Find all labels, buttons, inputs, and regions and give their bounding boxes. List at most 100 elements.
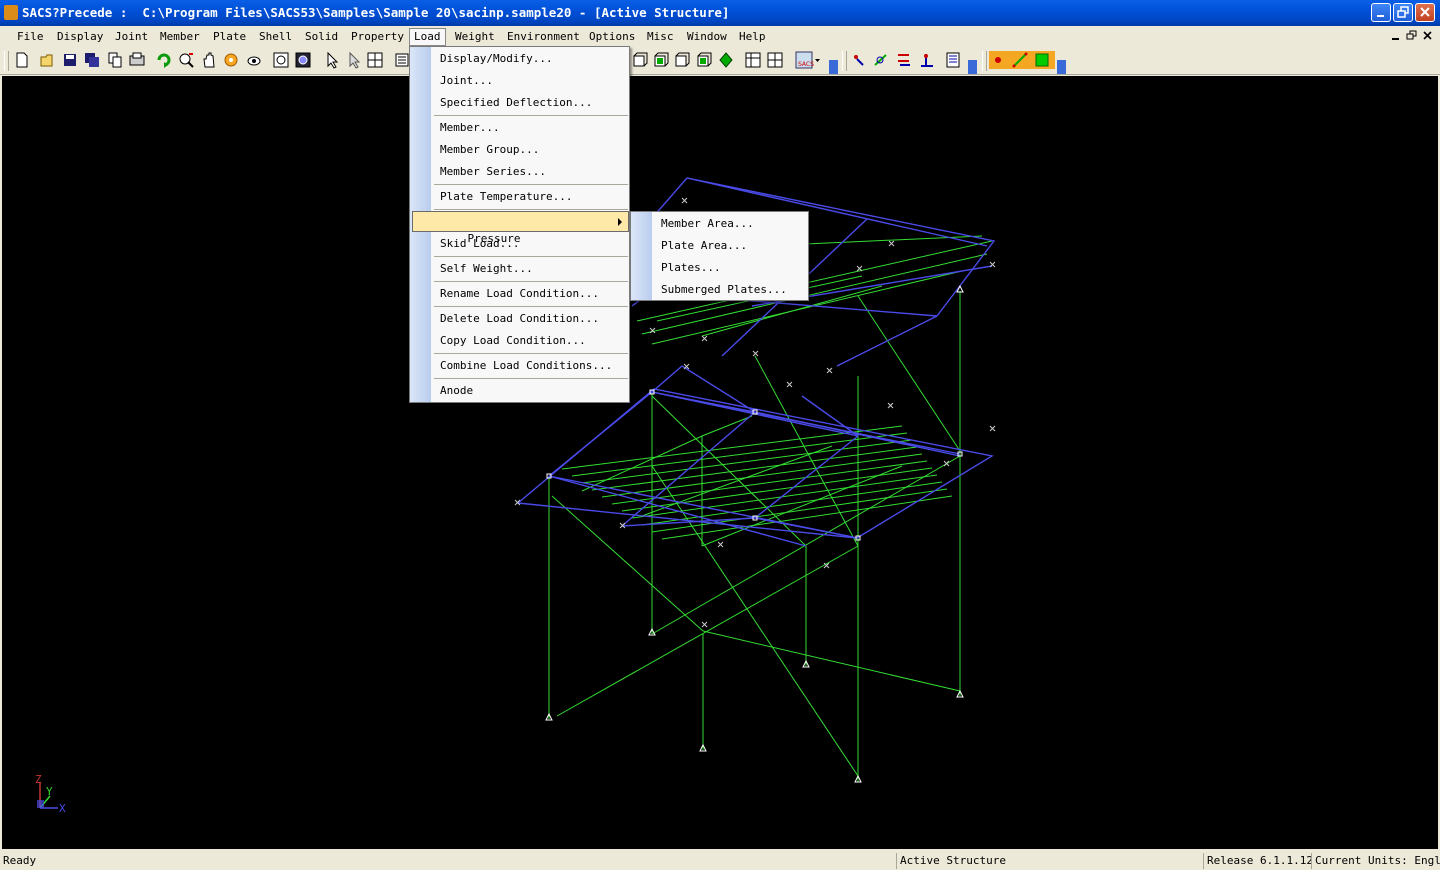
axis-x-label: X <box>59 802 66 815</box>
zoom-icon[interactable] <box>177 51 195 69</box>
menu-help[interactable]: Help <box>735 29 770 45</box>
load-menu-copy-load-condition[interactable]: Copy Load Condition... <box>412 331 629 351</box>
submenu-arrow-icon <box>618 218 622 226</box>
view-iso-icon[interactable] <box>717 51 735 69</box>
restore-button[interactable] <box>1393 3 1413 22</box>
select-add-icon[interactable] <box>345 51 363 69</box>
mdi-minimize-icon[interactable] <box>1390 30 1402 42</box>
menu-environment[interactable]: Environment <box>503 29 584 45</box>
pressure-member-area[interactable]: Member Area... <box>633 214 808 234</box>
refresh-icon[interactable] <box>155 51 173 69</box>
mdi-restore-icon[interactable] <box>1406 30 1418 42</box>
area-icon[interactable] <box>1033 51 1051 69</box>
menu-separator <box>434 306 628 307</box>
report-icon[interactable] <box>766 51 784 69</box>
pressure-plates[interactable]: Plates... <box>633 258 808 278</box>
load-menu-display-modify[interactable]: Display/Modify... <box>412 49 629 69</box>
select-arrow-icon[interactable] <box>323 51 341 69</box>
toolbar: SACS <box>0 47 1440 75</box>
menu-separator <box>434 209 628 210</box>
menu-window[interactable]: Window <box>683 29 731 45</box>
table-icon[interactable] <box>744 51 762 69</box>
close-button[interactable] <box>1415 3 1435 22</box>
toolbar-overflow-3[interactable] <box>1057 60 1066 74</box>
offset-icon[interactable] <box>895 51 913 69</box>
releases-icon[interactable] <box>918 51 936 69</box>
view-top-icon[interactable] <box>673 51 691 69</box>
menu-plate[interactable]: Plate <box>209 29 250 45</box>
toolbar-grip[interactable] <box>4 51 9 71</box>
menu-joint[interactable]: Joint <box>111 29 152 45</box>
sacs-icon[interactable]: SACS <box>795 51 821 69</box>
app-icon[interactable] <box>4 5 18 20</box>
line-icon[interactable] <box>1011 51 1029 69</box>
menu-shell[interactable]: Shell <box>255 29 296 45</box>
load-menu-member[interactable]: Member... <box>412 118 629 138</box>
grid-icon[interactable] <box>366 51 384 69</box>
view-icon[interactable] <box>245 51 263 69</box>
save-icon[interactable] <box>61 51 79 69</box>
axis-y-label: Y <box>46 785 53 798</box>
toolbar-overflow-2[interactable] <box>968 60 977 74</box>
structure-model[interactable] <box>2 76 1438 849</box>
new-file-icon[interactable] <box>13 51 31 69</box>
toolbar-grip-3[interactable] <box>982 51 987 71</box>
view-3d-icon[interactable] <box>695 51 713 69</box>
menu-separator <box>434 378 628 379</box>
load-menu-self-weight[interactable]: Self Weight... <box>412 259 629 279</box>
menu-bar: File Display Joint Member Plate Shell So… <box>0 26 1440 47</box>
load-menu-specified-deflection[interactable]: Specified Deflection... <box>412 93 629 113</box>
open-folder-icon[interactable] <box>39 51 57 69</box>
load-menu-plate-temperature[interactable]: Plate Temperature... <box>412 187 629 207</box>
pressure-submenu: Member Area... Plate Area... Plates... S… <box>630 211 809 301</box>
zoom-extent-icon[interactable] <box>294 51 312 69</box>
legend-icon[interactable] <box>944 51 962 69</box>
view-front-icon[interactable] <box>631 51 649 69</box>
menu-options[interactable]: Options <box>585 29 639 45</box>
view-side-icon[interactable] <box>652 51 670 69</box>
menu-display[interactable]: Display <box>53 29 107 45</box>
load-menu-rename-load-condition[interactable]: Rename Load Condition... <box>412 284 629 304</box>
status-units: Current Units: English <box>1311 853 1440 869</box>
copy-icon[interactable] <box>106 51 124 69</box>
zoom-window-icon[interactable] <box>272 51 290 69</box>
menu-misc[interactable]: Misc <box>643 29 678 45</box>
axis-z-label: Z <box>35 773 42 786</box>
toolbar-overflow-1[interactable] <box>829 60 838 74</box>
joint-label-icon[interactable] <box>851 51 869 69</box>
load-menu-combine-load-conditions[interactable]: Combine Load Conditions... <box>412 356 629 376</box>
load-menu-joint[interactable]: Joint... <box>412 71 629 91</box>
toolbar-grip-2[interactable] <box>842 51 847 71</box>
member-label-icon[interactable] <box>872 51 890 69</box>
load-menu-anode[interactable]: Anode <box>412 381 629 401</box>
menu-weight[interactable]: Weight <box>451 29 499 45</box>
pan-hand-icon[interactable] <box>200 51 218 69</box>
load-menu-delete-load-condition[interactable]: Delete Load Condition... <box>412 309 629 329</box>
mdi-close-icon[interactable] <box>1422 30 1434 42</box>
save-all-icon[interactable] <box>83 51 101 69</box>
menu-separator <box>434 256 628 257</box>
menu-separator <box>434 353 628 354</box>
status-release: Release 6.1.1.12 <box>1203 853 1311 869</box>
load-menu-member-series[interactable]: Member Series... <box>412 162 629 182</box>
menu-property[interactable]: Property <box>347 29 408 45</box>
load-menu: Display/Modify... Joint... Specified Def… <box>409 46 630 403</box>
window-title: SACS?Precede : C:\Program Files\SACS53\S… <box>22 5 730 20</box>
menu-solid[interactable]: Solid <box>301 29 342 45</box>
menu-separator <box>434 281 628 282</box>
menu-member[interactable]: Member <box>156 29 204 45</box>
load-menu-skid-load[interactable]: Skid Load... <box>412 234 629 254</box>
menu-file[interactable]: File <box>13 29 48 45</box>
menu-load[interactable]: Load <box>409 28 446 46</box>
load-menu-pressure[interactable]: Pressure <box>412 211 629 245</box>
status-ready: Ready <box>3 854 37 867</box>
structure-viewport[interactable]: Z Y X <box>2 76 1438 849</box>
svg-text:SACS: SACS <box>798 61 814 68</box>
minimize-button[interactable] <box>1371 3 1391 22</box>
load-menu-member-group[interactable]: Member Group... <box>412 140 629 160</box>
pressure-submerged-plates[interactable]: Submerged Plates... <box>633 280 808 300</box>
rotate-icon[interactable] <box>222 51 240 69</box>
paste-icon[interactable] <box>128 51 146 69</box>
point-icon[interactable] <box>989 51 1007 69</box>
pressure-plate-area[interactable]: Plate Area... <box>633 236 808 256</box>
